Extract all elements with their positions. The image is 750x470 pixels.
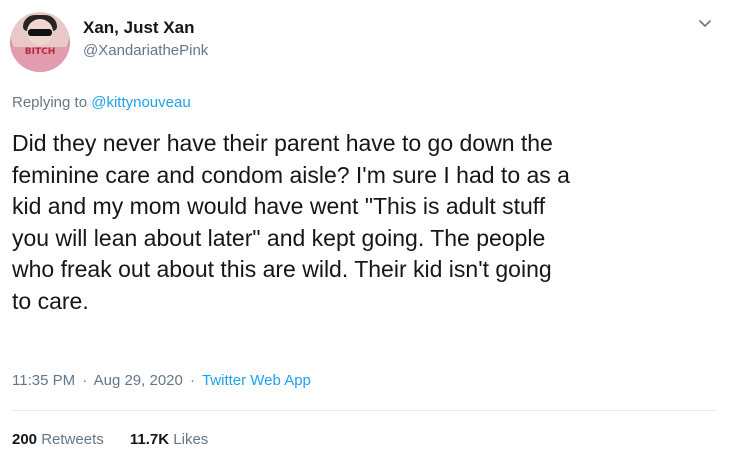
replying-to: Replying to @kittynouveau — [12, 94, 191, 111]
display-name[interactable]: Xan, Just Xan — [83, 18, 194, 38]
likes-stat[interactable]: 11.7K Likes — [130, 431, 208, 448]
user-handle[interactable]: @XandariathePink — [83, 42, 208, 59]
retweets-count: 200 — [12, 431, 38, 448]
tweet-card: BITCH Xan, Just Xan @XandariathePink Rep… — [0, 0, 750, 470]
tweet-text: Did they never have their parent have to… — [12, 130, 570, 314]
avatar[interactable]: BITCH — [10, 12, 70, 72]
tweet-time[interactable]: 11:35 PM — [12, 372, 75, 389]
retweets-stat[interactable]: 200 Retweets — [12, 431, 108, 448]
tweet-date[interactable]: Aug 29, 2020 — [94, 372, 183, 389]
meta-separator: · — [82, 372, 88, 389]
tweet-source-link[interactable]: Twitter Web App — [202, 372, 311, 389]
divider — [12, 410, 716, 411]
tweet-stats: 200 Retweets 11.7K Likes — [12, 431, 230, 448]
likes-count: 11.7K — [129, 431, 170, 448]
likes-label: Likes — [173, 431, 209, 448]
chevron-down-icon[interactable] — [696, 14, 714, 32]
reply-to-handle-link[interactable]: @kittynouveau — [91, 94, 190, 111]
avatar-text: BITCH — [24, 47, 56, 57]
tweet-meta: 11:35 PM · Aug 29, 2020 · Twitter Web Ap… — [12, 372, 311, 389]
meta-separator: · — [190, 372, 196, 389]
retweets-label: Retweets — [41, 431, 104, 448]
replying-prefix: Replying to — [12, 94, 88, 111]
